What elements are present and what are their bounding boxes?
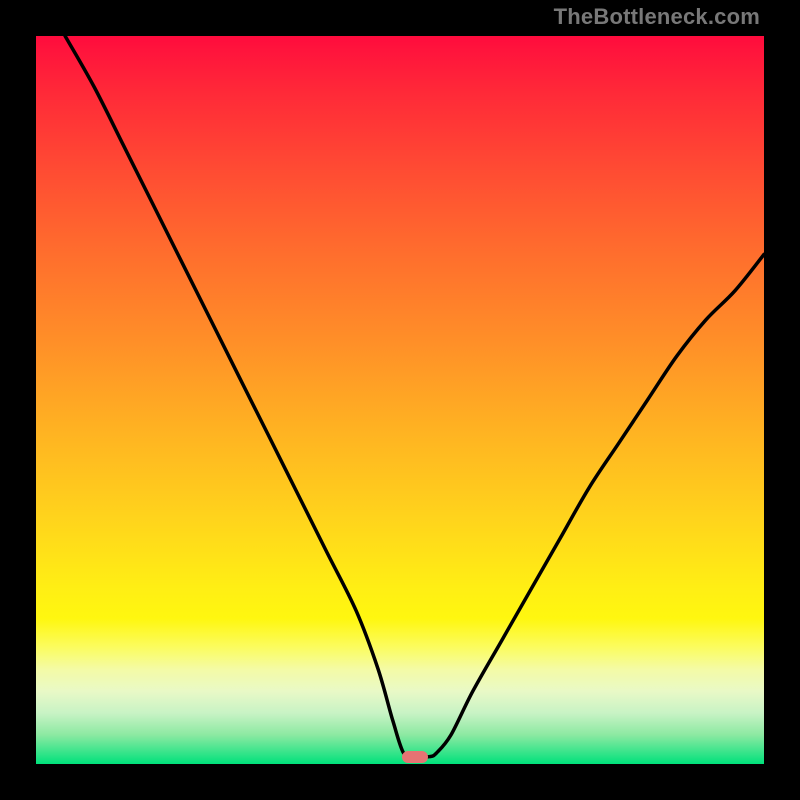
bottleneck-curve [36,36,764,764]
plot-area [36,36,764,764]
optimum-marker [402,751,428,763]
watermark-text: TheBottleneck.com [554,4,760,30]
chart-frame: TheBottleneck.com [0,0,800,800]
